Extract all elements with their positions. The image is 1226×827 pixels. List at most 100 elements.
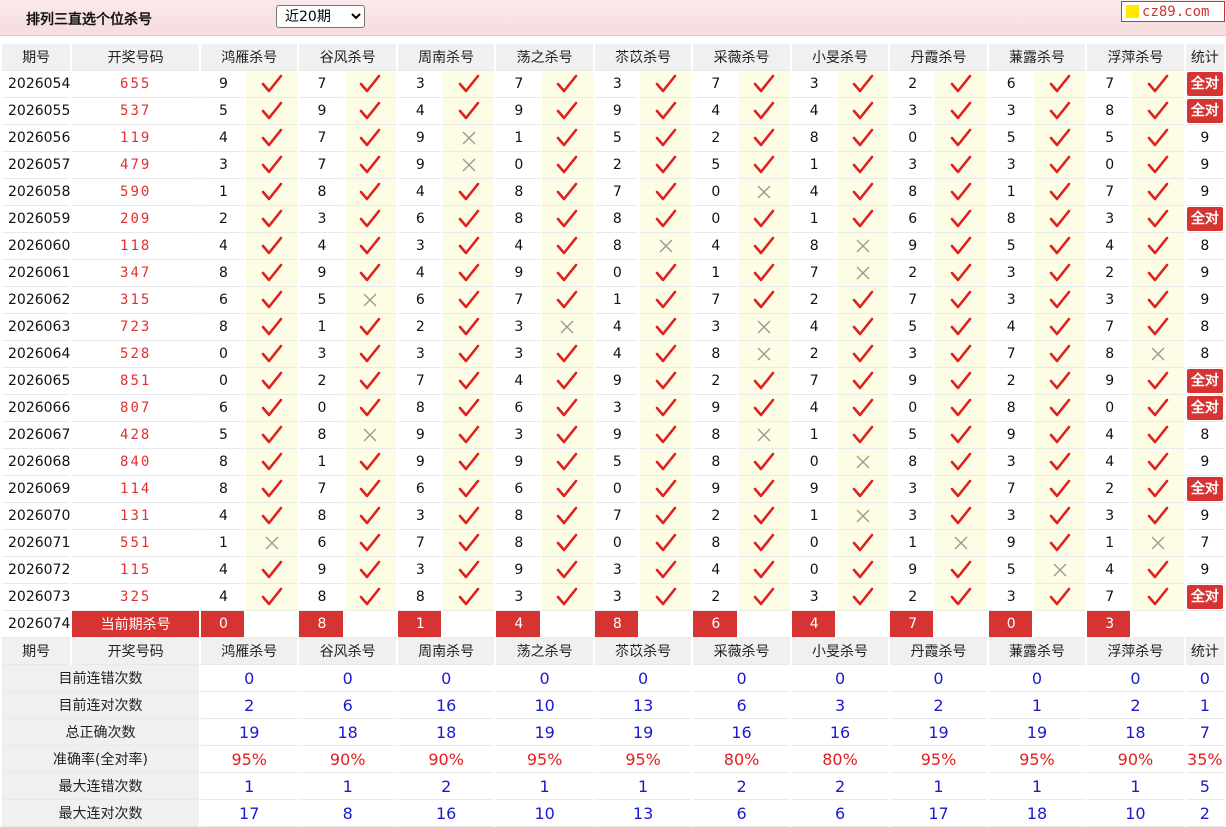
check-icon bbox=[753, 587, 775, 606]
hit-cell bbox=[837, 395, 889, 422]
kill-number: 3 bbox=[1087, 206, 1131, 233]
check-icon bbox=[655, 587, 677, 606]
kill-number: 7 bbox=[594, 503, 639, 530]
col-header-expert: 谷风杀号 bbox=[299, 638, 396, 665]
miss-cell bbox=[738, 179, 790, 206]
hit-cell bbox=[935, 98, 987, 125]
brand-logo[interactable]: cz89.com bbox=[1121, 1, 1225, 22]
check-icon bbox=[261, 290, 283, 309]
check-icon bbox=[1147, 317, 1169, 336]
blank-cell bbox=[935, 611, 987, 638]
hit-cell bbox=[344, 341, 396, 368]
kill-number: 9 bbox=[397, 125, 442, 152]
kill-number: 4 bbox=[594, 341, 639, 368]
check-icon bbox=[556, 560, 578, 579]
kill-number: 3 bbox=[299, 206, 343, 233]
summary-row: 准确率(全对率) 95% 90% 90% 95% 95% 80% 80% 95% 95% 90% 35… bbox=[2, 746, 1224, 773]
hit-cell bbox=[1132, 557, 1184, 584]
miss-cell bbox=[738, 341, 790, 368]
hit-cell bbox=[640, 584, 692, 611]
hit-cell bbox=[1132, 314, 1184, 341]
stat-cell: 8 bbox=[1185, 233, 1224, 260]
kill-number: 7 bbox=[1087, 314, 1131, 341]
kill-number: 8 bbox=[496, 503, 540, 530]
hit-cell bbox=[1033, 125, 1086, 152]
kill-number: 9 bbox=[693, 395, 737, 422]
kill-number: 4 bbox=[200, 125, 245, 152]
kill-number: 6 bbox=[988, 71, 1032, 98]
kill-number: 4 bbox=[299, 233, 343, 260]
summary-value: 10 bbox=[496, 692, 593, 719]
current-kill-number: 4 bbox=[791, 611, 836, 638]
kill-number: 7 bbox=[397, 368, 442, 395]
stat-cell: 8 bbox=[1185, 314, 1224, 341]
check-icon bbox=[655, 209, 677, 228]
hit-cell bbox=[541, 449, 593, 476]
hit-cell bbox=[1132, 449, 1184, 476]
kill-number: 0 bbox=[791, 557, 836, 584]
summary-value: 19 bbox=[988, 719, 1086, 746]
check-icon bbox=[359, 128, 381, 147]
check-icon bbox=[655, 263, 677, 282]
issue-number: 2026055 bbox=[2, 98, 71, 125]
check-icon bbox=[458, 479, 480, 498]
kill-number: 1 bbox=[496, 125, 540, 152]
table-row: 2026066 807 6 0 8 6 3 9 4 0 8 0 全对 bbox=[2, 395, 1224, 422]
cross-icon bbox=[954, 536, 968, 550]
check-icon bbox=[1049, 182, 1070, 201]
hit-cell bbox=[246, 584, 298, 611]
kill-number: 0 bbox=[496, 152, 540, 179]
kill-number: 7 bbox=[1087, 71, 1131, 98]
hit-cell bbox=[344, 206, 396, 233]
current-kill-number: 6 bbox=[693, 611, 737, 638]
hit-cell bbox=[344, 368, 396, 395]
summary-value: 16 bbox=[397, 692, 495, 719]
table-row: 2026061 347 8 9 4 9 0 1 7 2 3 2 9 bbox=[2, 260, 1224, 287]
check-icon bbox=[1147, 209, 1169, 228]
kill-number: 4 bbox=[496, 233, 540, 260]
hit-cell bbox=[935, 341, 987, 368]
summary-value: 2 bbox=[1087, 692, 1184, 719]
kill-number: 5 bbox=[988, 125, 1032, 152]
kill-number: 8 bbox=[693, 530, 737, 557]
issue-number: 2026061 bbox=[2, 260, 71, 287]
kill-number: 0 bbox=[594, 530, 639, 557]
kill-number: 4 bbox=[693, 233, 737, 260]
kill-number: 3 bbox=[594, 71, 639, 98]
hit-cell bbox=[1033, 395, 1086, 422]
kill-number: 4 bbox=[988, 314, 1032, 341]
kill-number: 1 bbox=[988, 179, 1032, 206]
cross-icon bbox=[363, 293, 377, 307]
check-icon bbox=[1049, 290, 1070, 309]
check-icon bbox=[753, 128, 775, 147]
check-icon bbox=[556, 182, 578, 201]
kill-number: 8 bbox=[200, 314, 245, 341]
brand-square-icon bbox=[1126, 5, 1139, 18]
col-header-issue: 期号 bbox=[2, 638, 71, 665]
summary-value: 16 bbox=[397, 800, 495, 827]
hit-cell bbox=[344, 584, 396, 611]
kill-number: 8 bbox=[693, 422, 737, 449]
kill-number: 7 bbox=[693, 287, 737, 314]
summary-value: 8 bbox=[299, 800, 396, 827]
check-icon bbox=[359, 533, 381, 552]
summary-row: 最大连错次数 1 1 2 1 1 2 2 1 1 1 5 bbox=[2, 773, 1224, 800]
kill-number: 3 bbox=[397, 71, 442, 98]
hit-cell bbox=[246, 476, 298, 503]
hit-cell bbox=[935, 503, 987, 530]
hit-cell bbox=[1033, 449, 1086, 476]
period-select[interactable]: 近20期 bbox=[276, 5, 365, 28]
hit-cell bbox=[837, 179, 889, 206]
table-row: 2026057 479 3 7 9 0 2 5 1 3 3 0 9 bbox=[2, 152, 1224, 179]
hit-cell bbox=[1033, 503, 1086, 530]
check-icon bbox=[655, 74, 677, 93]
table-row: 2026065 851 0 2 7 4 9 2 7 9 2 9 全对 bbox=[2, 368, 1224, 395]
check-icon bbox=[1049, 155, 1070, 174]
kill-number: 4 bbox=[200, 584, 245, 611]
blank-cell bbox=[640, 611, 692, 638]
stat-cell: 全对 bbox=[1185, 584, 1224, 611]
kill-number: 1 bbox=[299, 449, 343, 476]
hit-cell bbox=[935, 422, 987, 449]
summary-row: 目前连错次数 0 0 0 0 0 0 0 0 0 0 0 bbox=[2, 665, 1224, 692]
hit-cell bbox=[344, 557, 396, 584]
